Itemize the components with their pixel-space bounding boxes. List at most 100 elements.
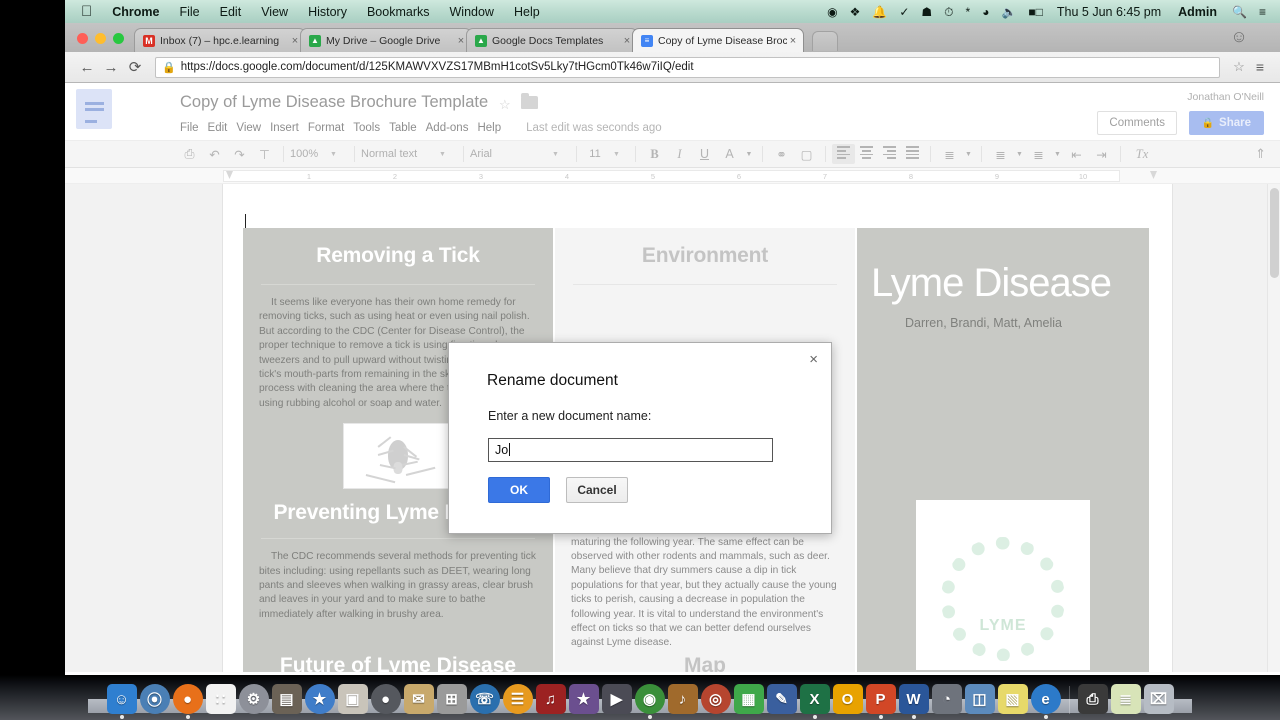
evernote-icon[interactable]: ☗	[915, 6, 938, 18]
dock-item-stickies[interactable]: ▧	[997, 684, 1028, 714]
right-indent-marker[interactable]	[1150, 171, 1157, 179]
last-edit-status[interactable]: Last edit was seconds ago	[526, 122, 662, 134]
dock-item-activity-monitor[interactable]: ◔	[931, 684, 962, 714]
clear-formatting-icon[interactable]: Tx	[1127, 147, 1157, 162]
dock-item-launchpad[interactable]: ∷	[205, 684, 236, 714]
dock-item-ibooks[interactable]: ☰	[502, 684, 533, 714]
document-ruler[interactable]: 1 2 3 4 5 6 7 8 9 10	[65, 168, 1280, 184]
ok-button[interactable]: OK	[488, 477, 550, 503]
dock-item-photo-booth[interactable]: ◎	[700, 684, 731, 714]
docs-menu-format[interactable]: Format	[308, 120, 353, 136]
menu-history[interactable]: History	[298, 5, 357, 19]
forward-icon[interactable]: →	[99, 59, 123, 76]
record-icon[interactable]: ◉	[821, 6, 843, 18]
menu-user[interactable]: Admin	[1169, 5, 1226, 19]
scrollbar-thumb[interactable]	[1270, 188, 1279, 278]
maximize-window-button[interactable]	[113, 33, 124, 44]
dock-item-app-store[interactable]: ★	[304, 684, 335, 714]
dock-item-disk-utility[interactable]: ⚙	[238, 684, 269, 714]
dock-item-safari[interactable]: ⦿	[139, 684, 170, 714]
dock-item-archive-utility[interactable]: ▤	[271, 684, 302, 714]
bold-button[interactable]: B	[642, 147, 667, 162]
docs-account-name[interactable]: Jonathan O'Neill	[1187, 91, 1264, 103]
increase-indent-icon[interactable]: ⇥	[1089, 147, 1114, 162]
underline-button[interactable]: U	[692, 147, 717, 161]
dock-item-garageband[interactable]: ♪	[667, 684, 698, 714]
menu-view[interactable]: View	[251, 5, 298, 19]
docs-menu-addons[interactable]: Add-ons	[426, 120, 478, 136]
battery-icon[interactable]: ■□	[1022, 6, 1049, 18]
wifi-icon[interactable]: ◕	[976, 6, 995, 18]
reload-icon[interactable]: ⟳	[123, 58, 147, 76]
window-controls[interactable]	[71, 33, 134, 52]
dock-item-pages[interactable]: ✎	[766, 684, 797, 714]
star-document-icon[interactable]: ☆	[499, 97, 511, 113]
docs-menu-view[interactable]: View	[236, 120, 270, 136]
dock-item-preview[interactable]: ▣	[337, 684, 368, 714]
insert-link-icon[interactable]: ⚭	[769, 147, 794, 162]
tick-illustration-image[interactable]	[343, 423, 453, 490]
menu-clock[interactable]: Thu 5 Jun 6:45 pm	[1049, 5, 1169, 19]
tab-close-icon[interactable]: ×	[787, 35, 799, 47]
chrome-profile-icon[interactable]: ☺	[1226, 25, 1252, 49]
font-size-dropdown[interactable]: 11 ▼	[583, 148, 629, 160]
dock-item-itunes[interactable]: ♫	[535, 684, 566, 714]
rename-document-dialog[interactable]: × Rename document Enter a new document n…	[448, 342, 832, 534]
left-indent-marker[interactable]	[226, 171, 233, 179]
minimize-window-button[interactable]	[95, 33, 106, 44]
chevron-down-icon[interactable]: ▼	[1013, 151, 1026, 158]
italic-button[interactable]: I	[667, 147, 692, 162]
menu-edit[interactable]: Edit	[210, 5, 252, 19]
search-icon[interactable]: 🔍	[1226, 6, 1253, 18]
browser-tab-active-doc[interactable]: ≡ Copy of Lyme Disease Broc ×	[632, 28, 804, 52]
dock-item-microsoft-outlook[interactable]: O	[832, 684, 863, 714]
document-name-input[interactable]: Jo	[488, 438, 773, 462]
bluetooth-icon[interactable]: *	[960, 6, 977, 18]
dock-item-imovie[interactable]: ★	[568, 684, 599, 714]
back-icon[interactable]: ←	[75, 59, 99, 76]
dock-item-facetime[interactable]: ☏	[469, 684, 500, 714]
collapse-toolbar-icon[interactable]: ⇑	[1255, 146, 1266, 162]
bulleted-list-icon[interactable]: ≣	[1026, 147, 1051, 162]
font-dropdown[interactable]: Arial ▼	[470, 148, 570, 160]
notification-center-icon[interactable]: ≡	[1253, 6, 1272, 18]
comments-button[interactable]: Comments	[1097, 111, 1177, 135]
chevron-down-icon[interactable]: ▼	[962, 151, 975, 158]
close-icon[interactable]: ×	[809, 352, 818, 367]
text-color-button[interactable]: A	[717, 147, 742, 161]
share-button[interactable]: 🔒 Share	[1188, 111, 1264, 135]
timemachine-icon[interactable]: ⏱	[938, 6, 959, 18]
zoom-dropdown[interactable]: 100% ▼	[290, 148, 348, 160]
menu-window[interactable]: Window	[440, 5, 504, 19]
paragraph-style-dropdown[interactable]: Normal text ▼	[361, 148, 457, 160]
dock-item-final-cut[interactable]: ▶	[601, 684, 632, 714]
document-title[interactable]: Copy of Lyme Disease Brochure Template	[180, 93, 488, 112]
chevron-down-icon[interactable]: ▼	[1051, 151, 1064, 158]
new-tab-button[interactable]	[812, 31, 838, 51]
paint-format-icon[interactable]: ⊤	[252, 147, 277, 162]
docs-menu-tools[interactable]: Tools	[353, 120, 389, 136]
apple-logo-icon[interactable]: 	[75, 4, 102, 19]
insert-comment-icon[interactable]: ▢	[794, 147, 819, 162]
bookmark-star-icon[interactable]: ☆	[1228, 59, 1250, 75]
address-bar[interactable]: 🔒 https://docs.google.com/document/d/125…	[155, 56, 1220, 78]
chevron-down-icon[interactable]: ▼	[742, 151, 756, 158]
decrease-indent-icon[interactable]: ⇤	[1064, 147, 1089, 162]
menu-file[interactable]: File	[169, 5, 209, 19]
dock-item-printer[interactable]: ⎙	[1077, 684, 1108, 714]
dock-item-image-capture[interactable]: ◫	[964, 684, 995, 714]
dock-item-microsoft-powerpoint[interactable]: P	[865, 684, 896, 719]
bell-icon[interactable]: 🔔	[866, 6, 893, 18]
browser-tab-gmail[interactable]: M Inbox (7) – hpc.e.learning ×	[134, 28, 306, 52]
docs-logo-icon[interactable]	[76, 89, 112, 129]
dock-item-firefox[interactable]: ●	[172, 684, 203, 719]
dock-item-internet-explorer[interactable]: e	[1030, 684, 1061, 719]
docs-menu-table[interactable]: Table	[389, 120, 426, 136]
brochure-column-right[interactable]: Lyme Disease Darren, Brandi, Matt, Ameli…	[857, 228, 1149, 672]
dock-item-contacts[interactable]: ✉	[403, 684, 434, 714]
dock-item-numbers[interactable]: ▦	[733, 684, 764, 714]
lyme-wreath-logo-image[interactable]: LYME	[916, 500, 1090, 670]
chrome-menu-icon[interactable]: ≡	[1250, 59, 1270, 75]
line-spacing-icon[interactable]: ≣	[937, 147, 962, 162]
dock-item-system-preferences[interactable]: ●	[370, 684, 401, 714]
